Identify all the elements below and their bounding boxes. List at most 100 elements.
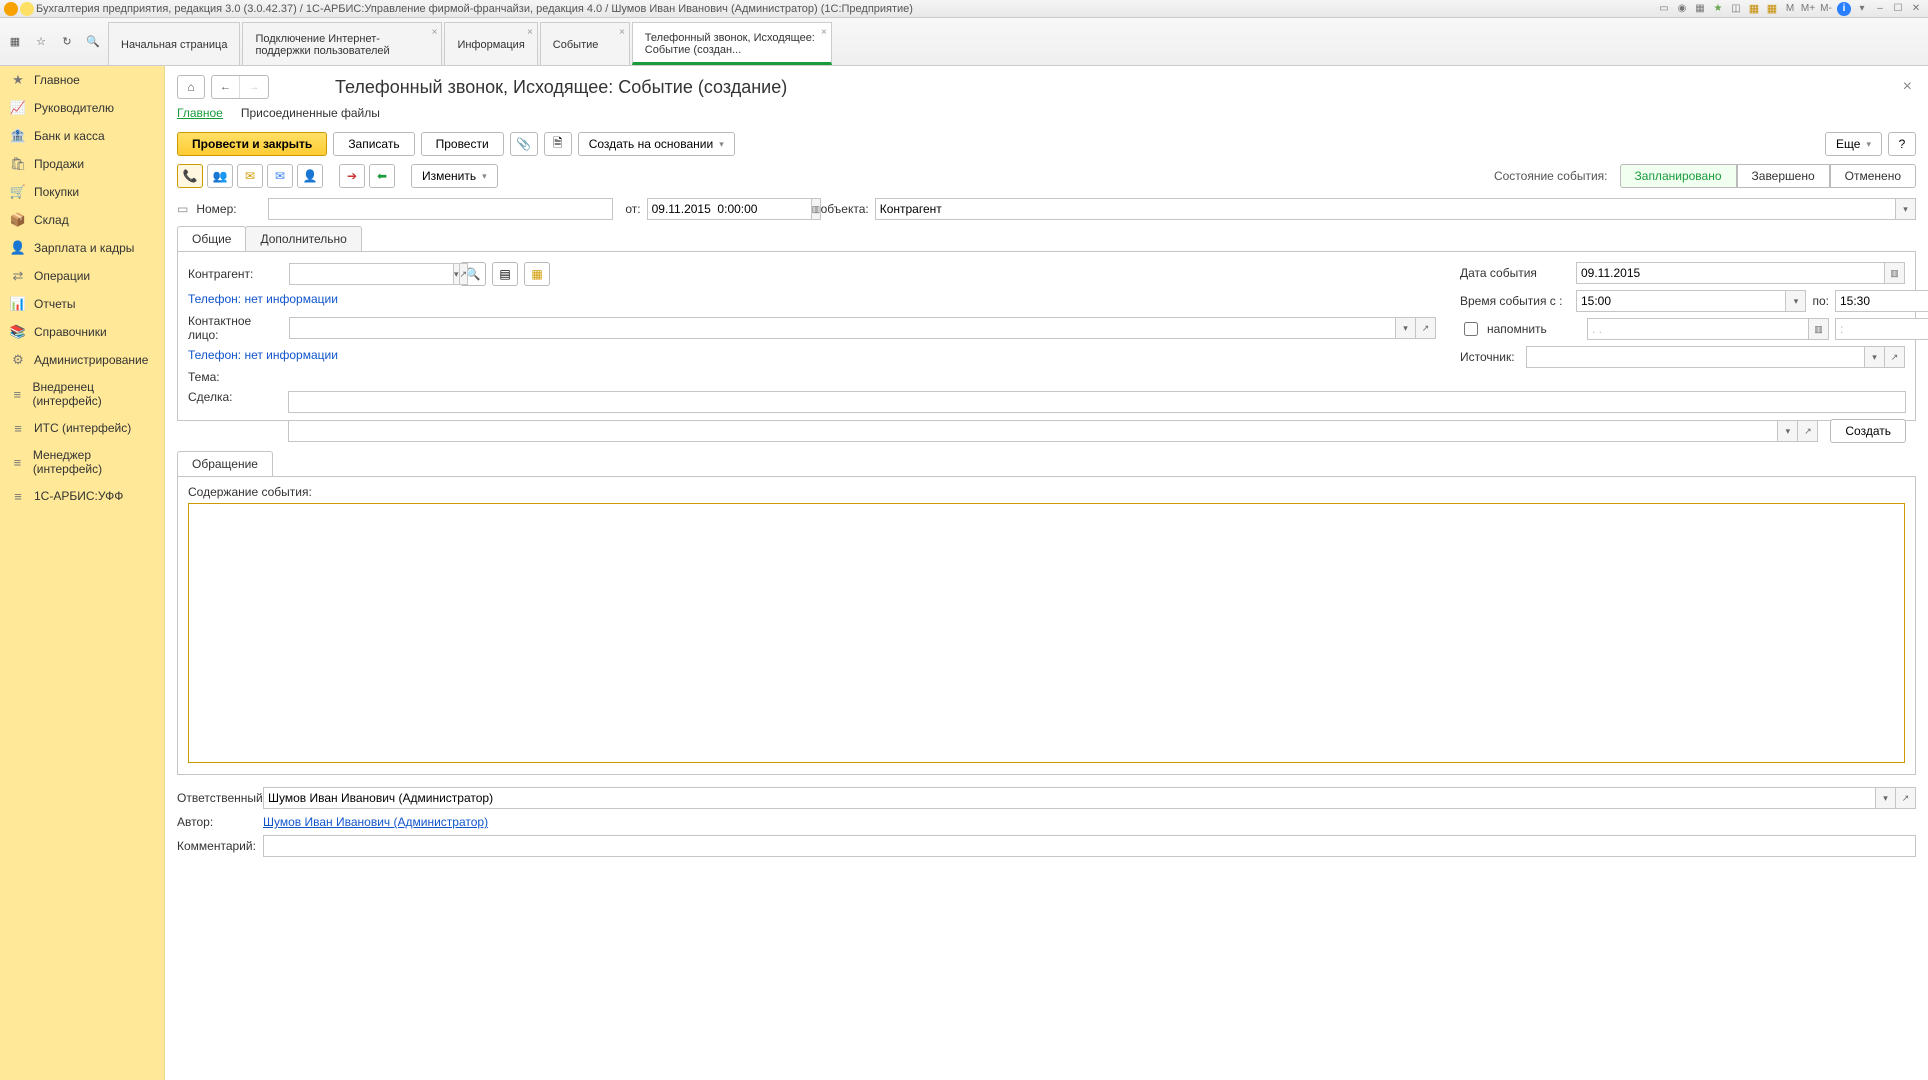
calendar-icon[interactable]: ▥ [812,198,822,220]
type-phone-button[interactable]: 📞 [177,164,203,188]
attachment-button[interactable]: 📎 [510,132,538,156]
change-button[interactable]: Изменить [411,164,498,188]
open-icon[interactable]: ↗ [1416,317,1436,339]
tab-phone-call[interactable]: Телефонный звонок, Исходящее: Событие (с… [632,22,832,65]
number-input[interactable] [268,198,613,220]
deal-input[interactable] [288,420,1778,442]
author-link[interactable]: Шумов Иван Иванович (Администратор) [263,815,488,829]
close-icon[interactable]: × [821,27,827,38]
sidebar-item-main[interactable]: ★Главное [0,66,164,94]
tab-information[interactable]: Информация× [444,22,537,65]
tb-btn-4[interactable]: ◫ [1728,2,1744,16]
nav-fwd-button[interactable]: → [240,76,268,98]
open-icon[interactable]: ↗ [1885,346,1905,368]
sidebar-item-warehouse[interactable]: 📦Склад [0,206,164,234]
chevron-down-icon[interactable]: ▾ [1396,317,1416,339]
tb-info-icon[interactable]: i [1836,2,1852,16]
remind-checkbox[interactable] [1464,322,1478,336]
subnav-files[interactable]: Присоединенные файлы [241,106,380,120]
apps-grid-icon[interactable]: ▦ [6,33,24,51]
sidebar-item-manager[interactable]: 📈Руководителю [0,94,164,122]
tb-btn-3[interactable]: ▦ [1692,2,1708,16]
window-close[interactable]: ✕ [1908,2,1924,16]
tb-dd[interactable]: ▾ [1854,2,1870,16]
sidebar-item-hr[interactable]: 👤Зарплата и кадры [0,234,164,262]
tab-home[interactable]: Начальная страница [108,22,240,65]
add-button[interactable]: ▦ [524,262,550,286]
open-icon[interactable]: ↗ [1798,420,1818,442]
type-personal-button[interactable]: 👤 [297,164,323,188]
sidebar-item-sales[interactable]: 🛍Продажи [0,150,164,178]
time-from-input[interactable] [1576,290,1786,312]
sidebar-item-arbis[interactable]: ≡1С-АРБИС:УФФ [0,482,164,510]
close-icon[interactable]: × [527,27,533,38]
responsible-input[interactable] [263,787,1876,809]
tb-btn-5[interactable]: ▦ [1746,2,1762,16]
tb-btn-6[interactable]: ▦ [1764,2,1780,16]
tab-appeal[interactable]: Обращение [177,451,273,476]
window-minimize[interactable]: – [1872,2,1888,16]
type-meeting-button[interactable]: 👥 [207,164,233,188]
post-and-close-button[interactable]: Провести и закрыть [177,132,327,156]
tb-btn-1[interactable]: ▭ [1656,2,1672,16]
date-from-input[interactable] [647,198,812,220]
sidebar-item-purchases[interactable]: 🛒Покупки [0,178,164,206]
nav-back-button[interactable]: ← [212,76,240,98]
event-date-input[interactable] [1576,262,1885,284]
tb-mplus[interactable]: M+ [1800,2,1816,16]
favorite-star-icon[interactable]: ☆ [32,33,50,51]
objtype-input[interactable] [875,198,1896,220]
sidebar-item-its[interactable]: ≡ИТС (интерфейс) [0,414,164,442]
more-button[interactable]: Еще [1825,132,1882,156]
close-icon[interactable]: × [619,27,625,38]
sidebar-item-bank[interactable]: 🏦Банк и касса [0,122,164,150]
remind-time-input[interactable] [1835,318,1928,340]
home-button[interactable]: ⌂ [177,75,205,99]
chevron-down-icon[interactable]: ▾ [1778,420,1798,442]
sidebar-item-implementor[interactable]: ≡Внедренец (интерфейс) [0,374,164,414]
tb-m[interactable]: M [1782,2,1798,16]
tab-common[interactable]: Общие [177,226,246,251]
status-done[interactable]: Завершено [1737,164,1830,188]
chevron-down-icon[interactable]: ▾ [1786,290,1806,312]
tb-btn-2[interactable]: ◉ [1674,2,1690,16]
sidebar-item-operations[interactable]: ⇄Операции [0,262,164,290]
remind-date-input[interactable] [1587,318,1809,340]
create-deal-button[interactable]: Создать [1830,419,1906,443]
counterparty-input[interactable] [289,263,454,285]
list-button[interactable]: ▤ [492,262,518,286]
search-icon[interactable]: 🔍 [84,33,102,51]
tab-extra[interactable]: Дополнительно [245,226,361,251]
status-cancelled[interactable]: Отменено [1830,164,1916,188]
window-maximize[interactable]: ☐ [1890,2,1906,16]
open-icon[interactable]: ↗ [460,263,469,285]
type-email-button[interactable]: ✉ [237,164,263,188]
tb-fav-icon[interactable]: ★ [1710,2,1726,16]
chevron-down-icon[interactable]: ▾ [1865,346,1885,368]
content-textarea[interactable] [188,503,1905,763]
status-planned[interactable]: Запланировано [1620,164,1737,188]
contact-input[interactable] [289,317,1396,339]
sidebar-item-reports[interactable]: 📊Отчеты [0,290,164,318]
sidebar-item-mgr-interface[interactable]: ≡Менеджер (интерфейс) [0,442,164,482]
type-mail-button[interactable]: ✉ [267,164,293,188]
sidebar-item-catalogs[interactable]: 📚Справочники [0,318,164,346]
direction-in-button[interactable]: ⬅ [369,164,395,188]
direction-out-button[interactable]: ➔ [339,164,365,188]
print-button[interactable]: 🗎 [544,132,572,156]
chevron-down-icon[interactable]: ▾ [1896,198,1916,220]
comment-input[interactable] [263,835,1916,857]
chevron-down-icon[interactable]: ▾ [1876,787,1896,809]
history-icon[interactable]: ↻ [58,33,76,51]
help-button[interactable]: ? [1888,132,1916,156]
save-button[interactable]: Записать [333,132,414,156]
subject-input[interactable] [288,391,1906,413]
source-input[interactable] [1526,346,1865,368]
close-icon[interactable]: × [432,27,438,38]
calendar-icon[interactable]: ▥ [1885,262,1905,284]
open-icon[interactable]: ↗ [1896,787,1916,809]
post-button[interactable]: Провести [421,132,504,156]
time-to-input[interactable] [1835,290,1928,312]
calendar-icon[interactable]: ▥ [1809,318,1829,340]
create-basis-button[interactable]: Создать на основании [578,132,735,156]
